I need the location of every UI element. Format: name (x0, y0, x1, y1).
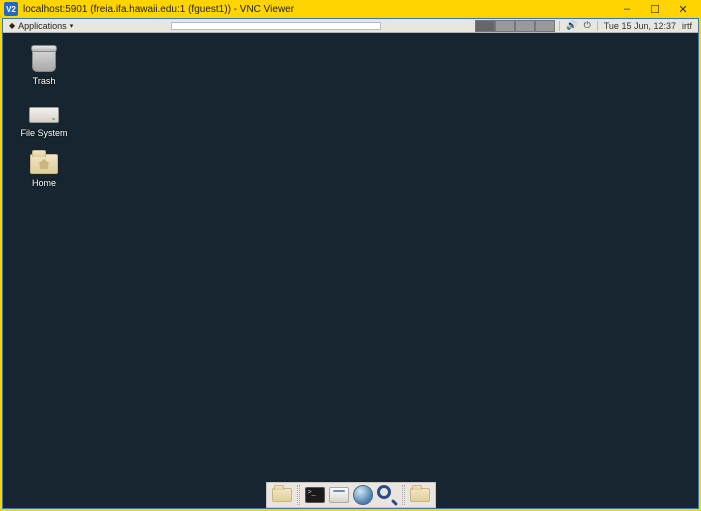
xfce-top-panel: ◆ Applications ▾ 🔊 ⏻ Tue 15 Jun, 12:37 i… (3, 19, 698, 33)
vnc-titlebar: V2 localhost:5901 (freia.ifa.hawaii.edu:… (0, 0, 701, 18)
dock-show-desktop[interactable] (271, 484, 293, 506)
vnc-app-icon: V2 (4, 2, 18, 16)
drive-icon (29, 99, 59, 125)
folder-icon (410, 488, 430, 502)
window-maximize-button[interactable]: ☐ (641, 3, 669, 16)
workspace-4[interactable] (535, 20, 555, 32)
tray-user-label[interactable]: irtf (682, 21, 692, 31)
applications-menu-label: Applications (18, 21, 67, 31)
desktop-icon-label: File System (9, 128, 79, 138)
folder-icon (272, 488, 292, 502)
sound-icon[interactable]: 🔊 (566, 20, 577, 31)
vnc-window-title: localhost:5901 (freia.ifa.hawaii.edu:1 (… (23, 4, 613, 15)
xfce-bottom-dock (266, 482, 436, 508)
tray-separator (559, 21, 560, 31)
panel-center-widget[interactable] (171, 22, 381, 30)
desktop-icon-trash[interactable]: Trash (9, 47, 79, 86)
desktop-icon-label: Trash (9, 76, 79, 86)
remote-desktop-session: ◆ Applications ▾ 🔊 ⏻ Tue 15 Jun, 12:37 i… (3, 19, 698, 508)
dock-file-manager[interactable] (328, 484, 350, 506)
vnc-viewport[interactable]: ◆ Applications ▾ 🔊 ⏻ Tue 15 Jun, 12:37 i… (2, 18, 699, 509)
tray-datetime[interactable]: Tue 15 Jun, 12:37 (604, 21, 676, 31)
desktop-icon-filesystem[interactable]: File System (9, 99, 79, 138)
tray-separator (597, 21, 598, 31)
terminal-icon (305, 487, 325, 503)
power-icon[interactable]: ⏻ (584, 20, 591, 31)
dock-app-finder[interactable] (376, 484, 398, 506)
file-manager-icon (329, 487, 349, 503)
dock-terminal[interactable] (304, 484, 326, 506)
workspace-3[interactable] (515, 20, 535, 32)
menu-toggle-icon: ▾ (70, 22, 74, 30)
window-close-button[interactable]: ✕ (669, 3, 697, 16)
window-minimize-button[interactable]: – (613, 3, 641, 15)
panel-center (77, 22, 475, 30)
dock-separator (297, 485, 300, 505)
applications-menu-button[interactable]: ◆ Applications ▾ (5, 21, 77, 31)
dock-separator (402, 485, 405, 505)
xfce-logo-icon: ◆ (9, 21, 15, 30)
dock-web-browser[interactable] (352, 484, 374, 506)
desktop-icon-home[interactable]: Home (9, 149, 79, 188)
workspace-switcher[interactable] (475, 20, 555, 32)
globe-icon (353, 485, 373, 505)
desktop-background[interactable]: Trash File System Home (3, 33, 698, 508)
home-folder-icon (29, 149, 59, 175)
desktop-icon-label: Home (9, 178, 79, 188)
trash-icon (29, 47, 59, 73)
system-tray: 🔊 ⏻ Tue 15 Jun, 12:37 irtf (555, 20, 696, 31)
workspace-1[interactable] (475, 20, 495, 32)
dock-directory-menu[interactable] (409, 484, 431, 506)
search-icon (377, 485, 397, 505)
workspace-2[interactable] (495, 20, 515, 32)
